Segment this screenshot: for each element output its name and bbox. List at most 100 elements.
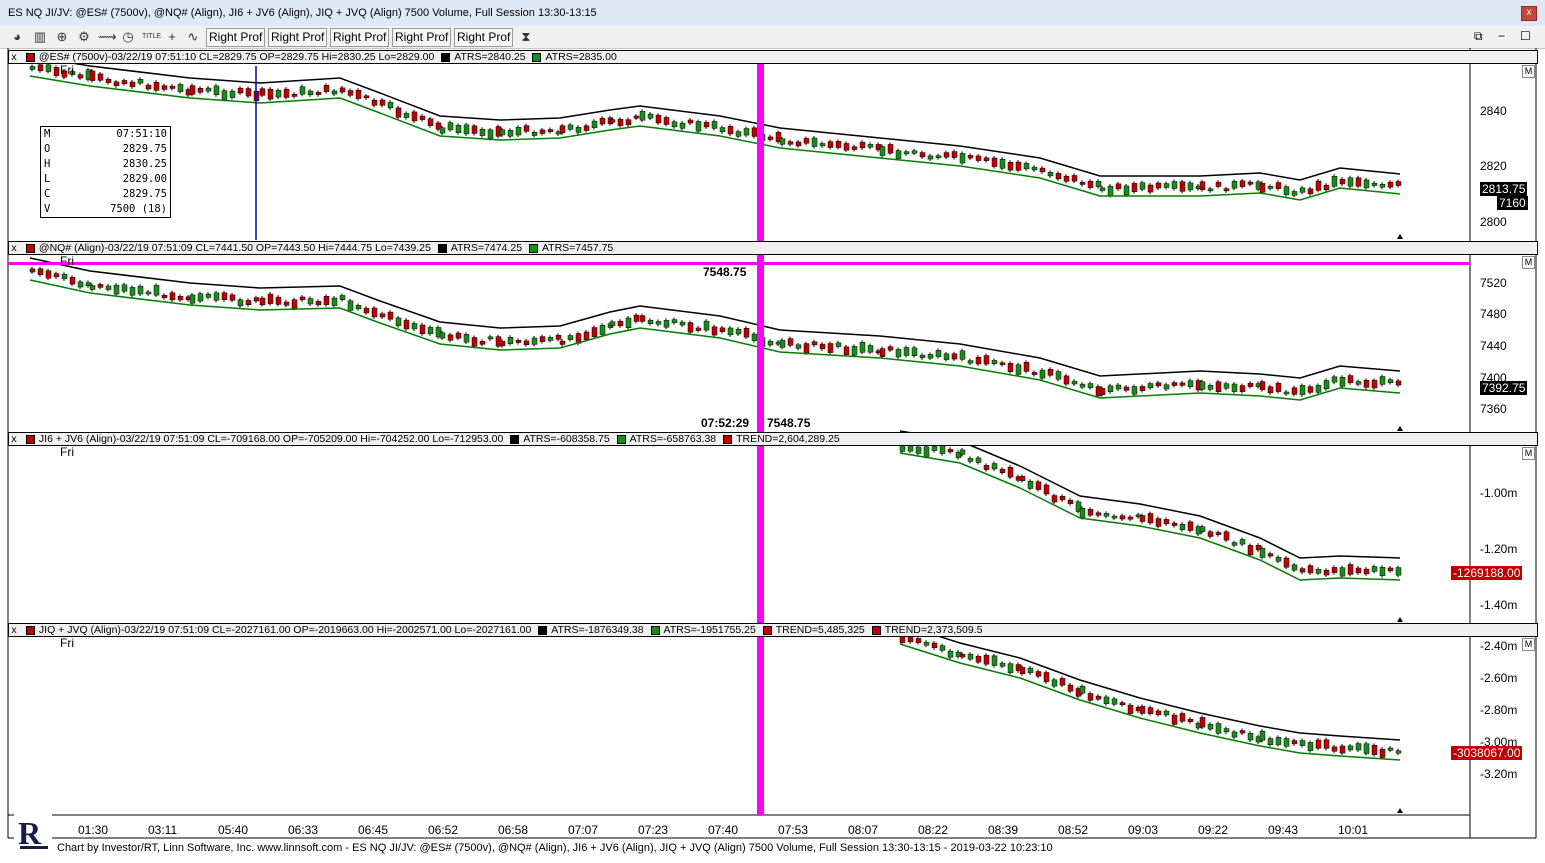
candle-body: [113, 284, 120, 295]
candle-body: [779, 138, 786, 145]
candle-body: [371, 99, 378, 106]
candle-body: [411, 111, 418, 122]
candle-body: [927, 354, 934, 359]
candle-body: [1171, 522, 1178, 526]
candle-body: [507, 337, 514, 344]
candle-body: [1315, 385, 1322, 393]
candle-body: [1187, 380, 1194, 388]
candle-body: [1331, 376, 1338, 383]
candle-body: [959, 153, 966, 164]
candle-body: [867, 144, 874, 148]
candle-body: [975, 457, 982, 463]
candle-body: [89, 70, 96, 81]
pane-menu-button[interactable]: M: [1522, 447, 1535, 460]
candle-body: [53, 273, 60, 278]
candle-body: [1039, 167, 1046, 173]
candle-body: [463, 334, 470, 343]
candle-body: [455, 332, 462, 339]
candle-body: [583, 331, 590, 340]
candle-body: [959, 449, 966, 455]
day-label: Fri: [60, 445, 74, 459]
candle-body: [531, 132, 538, 136]
candle-body: [1267, 386, 1274, 394]
candle-body: [1031, 372, 1038, 375]
candle-body: [1331, 567, 1338, 573]
candle-body: [719, 127, 726, 133]
candle-body: [1007, 663, 1014, 673]
candle-body: [639, 111, 646, 121]
candle-body: [1039, 369, 1046, 379]
candle-body: [213, 292, 220, 301]
close-pane-icon[interactable]: x: [9, 624, 19, 636]
candle-body: [1147, 383, 1154, 389]
atrs-green-swatch: [532, 52, 542, 62]
candle-body: [991, 463, 998, 470]
candle-body: [53, 67, 60, 76]
pane-menu-button[interactable]: M: [1522, 638, 1535, 651]
candle-body: [61, 273, 68, 280]
candle-body: [991, 157, 998, 167]
candle-body: [515, 339, 522, 343]
candle-body: [1395, 750, 1402, 754]
candle-body: [727, 327, 734, 336]
candle-body: [939, 645, 946, 651]
pane-menu-button[interactable]: M: [1522, 65, 1535, 78]
series-color-swatch: [25, 625, 35, 635]
candle-body: [967, 360, 974, 364]
candle-body: [879, 348, 886, 357]
candle-body: [1055, 173, 1062, 180]
atrs-value-1: ATRS=-1876349.38: [551, 624, 644, 636]
day-label: Fri: [60, 636, 74, 650]
candle-body: [1119, 702, 1126, 706]
close-pane-icon[interactable]: x: [9, 51, 19, 63]
candle-body: [1079, 181, 1086, 185]
atrs-black-line: [899, 623, 1401, 741]
candle-body: [1171, 382, 1178, 386]
candle-body: [1043, 484, 1050, 495]
candle-body: [907, 636, 914, 643]
candle-body: [663, 117, 670, 125]
candle-body: [1307, 565, 1314, 574]
candle-body: [1123, 386, 1130, 391]
candle-body: [97, 73, 104, 81]
atrs-black-line: [29, 55, 1401, 181]
candle-body: [991, 655, 998, 666]
candle-body: [1299, 385, 1306, 396]
candle-body: [795, 141, 802, 147]
trend-value-1: TREND=2,604,289.25: [736, 433, 840, 445]
candle-body: [1275, 737, 1282, 745]
candle-body: [779, 339, 786, 348]
candle-body: [903, 151, 910, 155]
ohlc-value: 7500 (18): [110, 203, 167, 215]
candle-body: [983, 465, 990, 470]
candle-body: [1079, 383, 1086, 388]
candle-body: [1247, 732, 1254, 741]
close-pane-icon[interactable]: x: [9, 242, 19, 254]
candle-body: [609, 119, 616, 123]
candle-body: [347, 90, 354, 96]
close-pane-icon[interactable]: x: [9, 433, 19, 445]
candle-body: [743, 328, 750, 338]
candle-body: [253, 297, 260, 302]
candle-body: [221, 90, 228, 100]
candle-body: [237, 87, 244, 94]
candle-body: [1123, 185, 1130, 196]
candle-body: [1115, 384, 1122, 390]
candle-body: [939, 444, 946, 454]
candle-body: [1147, 513, 1154, 524]
candle-body: [1387, 567, 1394, 572]
candle-body: [339, 87, 346, 93]
x-tick-label: 07:07: [568, 823, 599, 837]
volume-tag: 7160: [1497, 196, 1528, 210]
pane-menu-button[interactable]: M: [1522, 256, 1535, 269]
cursor-price-label-bottom: 7548.75: [767, 416, 811, 430]
candle-body: [1371, 380, 1378, 389]
x-tick-label: 06:45: [358, 823, 389, 837]
candle-body: [1063, 375, 1070, 385]
candle-body: [1363, 179, 1370, 189]
candle-body: [983, 355, 990, 365]
candle-body: [1215, 532, 1222, 535]
candle-body: [267, 293, 274, 304]
candle-body: [967, 458, 974, 462]
y-tick-label: 7480: [1480, 307, 1507, 321]
